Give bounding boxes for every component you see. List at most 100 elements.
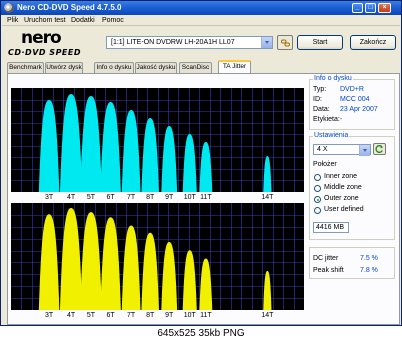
tab-disc-info[interactable]: Info o dysku	[94, 62, 134, 73]
position-label: Położer	[313, 161, 337, 168]
info-type-label: Typ:	[313, 86, 327, 93]
bottom-graph-peak-6T	[100, 217, 121, 310]
disc-info-group: Info o dysku Typ: DVD+R ID: MCC 004 Data…	[309, 75, 395, 130]
radio-circle[interactable]	[314, 174, 321, 181]
drive-dropdown[interactable]: [1:1] LITE-ON DVDRW LH-20A1H LL07	[106, 36, 273, 49]
info-label-label: Etykieta:	[313, 116, 340, 123]
bottom-graph-peak-3T	[38, 214, 60, 310]
top-graph-peak-10T	[182, 134, 197, 192]
radio-circle[interactable]	[314, 185, 321, 192]
title-bar[interactable]: Nero CD-DVD Speed 4.7.5.0 _ □ ×	[1, 1, 401, 15]
window-title: Nero CD-DVD Speed 4.7.5.0	[17, 3, 122, 12]
jitter-stats-group: DC jitter 7.5 % Peak shift 7.8 %	[309, 247, 395, 279]
app-disc-icon	[4, 3, 14, 13]
nero-logo: nero CD·DVD SPEED	[5, 28, 105, 58]
bottom-graph-peak-10T	[182, 250, 197, 310]
bottom-graph-tick-label: 7T	[127, 312, 136, 319]
bottom-graph-tick-label: 11T	[200, 312, 212, 319]
radio-circle-selected[interactable]	[314, 196, 321, 203]
close-button[interactable]: ×	[378, 3, 391, 13]
bottom-graph-tick-label: 3T	[44, 312, 54, 319]
settings-group: Ustawienia 4 X Położer Inner zone Middle…	[309, 132, 395, 240]
info-id-label: ID:	[313, 96, 322, 103]
ta-graph-top-axis: 3T 4T 5T 6T 7T 8T 9T 10T 11T 14T	[11, 193, 304, 202]
disc-info-title: Info o dysku	[313, 75, 353, 82]
info-id-value: MCC 004	[340, 96, 370, 103]
top-graph-peak-8T	[141, 118, 159, 192]
bottom-graph-peak-8T	[141, 232, 159, 310]
info-date-label: Data:	[313, 106, 330, 113]
top-graph-peak-5T	[80, 96, 102, 192]
bottom-graph-tick-label: 9T	[165, 312, 174, 319]
drive-info-button[interactable]	[277, 35, 293, 50]
bottom-graph-tick-label: 14T	[261, 312, 274, 319]
menu-bar: Plik Uruchom test Dodatki Pomoc	[2, 15, 400, 26]
info-date-value: 23 Apr 2007	[340, 106, 378, 113]
cancel-button[interactable]: Zakończ	[350, 35, 396, 50]
menu-item-uruchom-test[interactable]: Uruchom test	[24, 17, 66, 24]
top-graph-tick-label: 9T	[165, 194, 174, 201]
top-graph-tick-label: 14T	[261, 194, 274, 201]
menu-item-plik[interactable]: Plik	[7, 17, 18, 24]
top-graph-tick-label: 6T	[106, 194, 115, 201]
peak-shift-label: Peak shift	[313, 267, 344, 274]
radio-label: Middle zone	[324, 184, 362, 191]
chain-link-icon	[281, 39, 290, 47]
drive-dropdown-value: [1:1] LITE-ON DVDRW LH-20A1H LL07	[111, 39, 235, 46]
settings-title: Ustawienia	[313, 132, 350, 139]
speed-dropdown-value: 4 X	[317, 146, 328, 153]
refresh-button[interactable]	[373, 143, 386, 155]
speed-dropdown[interactable]: 4 X	[313, 144, 371, 156]
top-graph-tick-label: 11T	[200, 194, 212, 201]
top-graph-tick-label: 8T	[146, 194, 155, 201]
ta-graph-top	[11, 88, 304, 192]
top-graph-tick-label: 10T	[183, 194, 196, 201]
logo-brand-text: nero	[21, 28, 62, 48]
bottom-graph-peak-5T	[80, 212, 102, 310]
top-graph-tick-label: 4T	[66, 194, 76, 201]
bottom-graph-tick-label: 8T	[146, 312, 155, 319]
tab-scandisc[interactable]: ScanDisc	[179, 62, 212, 73]
top-graph-peak-9T	[161, 126, 178, 192]
info-label-value: -	[340, 116, 343, 123]
tab-ta-jitter[interactable]: TA Jitter	[218, 60, 251, 73]
bottom-graph-tick-label: 6T	[106, 312, 115, 319]
bottom-graph-tick-label: 4T	[66, 312, 76, 319]
bottom-graph-tick-label: 10T	[183, 312, 196, 319]
ta-graph-bottom-axis: 3T 4T 5T 6T 7T 8T 9T 10T 11T 14T	[11, 311, 304, 320]
menu-item-pomoc[interactable]: Pomoc	[102, 17, 124, 24]
info-type-value: DVD+R	[340, 86, 364, 93]
top-graph-tick-label: 5T	[86, 194, 96, 201]
dc-jitter-value: 7.5 %	[360, 255, 378, 262]
radio-label: User defined	[324, 206, 364, 213]
bottom-graph-peak-9T	[161, 242, 178, 310]
radio-circle[interactable]	[314, 207, 321, 214]
radio-label: Inner zone	[324, 173, 358, 180]
size-input[interactable]: 4416 MB	[313, 222, 349, 233]
tab-disc-quality[interactable]: Jakość dysku	[135, 62, 177, 73]
peak-shift-value: 7.8 %	[360, 267, 378, 274]
tab-benchmark[interactable]: Benchmark	[7, 62, 44, 73]
refresh-icon	[375, 145, 383, 153]
tab-create-disc[interactable]: Utwórz dysk	[45, 62, 83, 73]
bottom-graph-tick-label: 5T	[86, 312, 96, 319]
top-graph-peak-14T	[263, 156, 272, 192]
maximize-button[interactable]: □	[365, 3, 376, 13]
ta-graph-bottom-plot	[11, 203, 304, 310]
radio-label: Outer zone	[324, 195, 359, 202]
top-graph-peak-3T	[38, 100, 60, 192]
start-button[interactable]: Start	[297, 35, 343, 50]
dc-jitter-label: DC jitter	[313, 255, 339, 262]
ta-graph-bottom	[11, 203, 304, 310]
app-window: Nero CD-DVD Speed 4.7.5.0 _ □ × Plik Uru…	[0, 0, 402, 326]
minimize-button[interactable]: _	[352, 3, 363, 13]
ta-graph-top-plot	[11, 88, 304, 192]
chevron-down-icon[interactable]	[359, 145, 370, 156]
image-caption: 645x525 35kb PNG	[0, 327, 402, 343]
menu-item-dodatki[interactable]: Dodatki	[71, 17, 95, 24]
top-graph-tick-label: 7T	[127, 194, 136, 201]
top-graph-tick-label: 3T	[44, 194, 54, 201]
logo-product-text: CD·DVD SPEED	[8, 48, 82, 57]
top-graph-peak-6T	[100, 102, 121, 192]
chevron-down-icon[interactable]	[261, 37, 272, 48]
